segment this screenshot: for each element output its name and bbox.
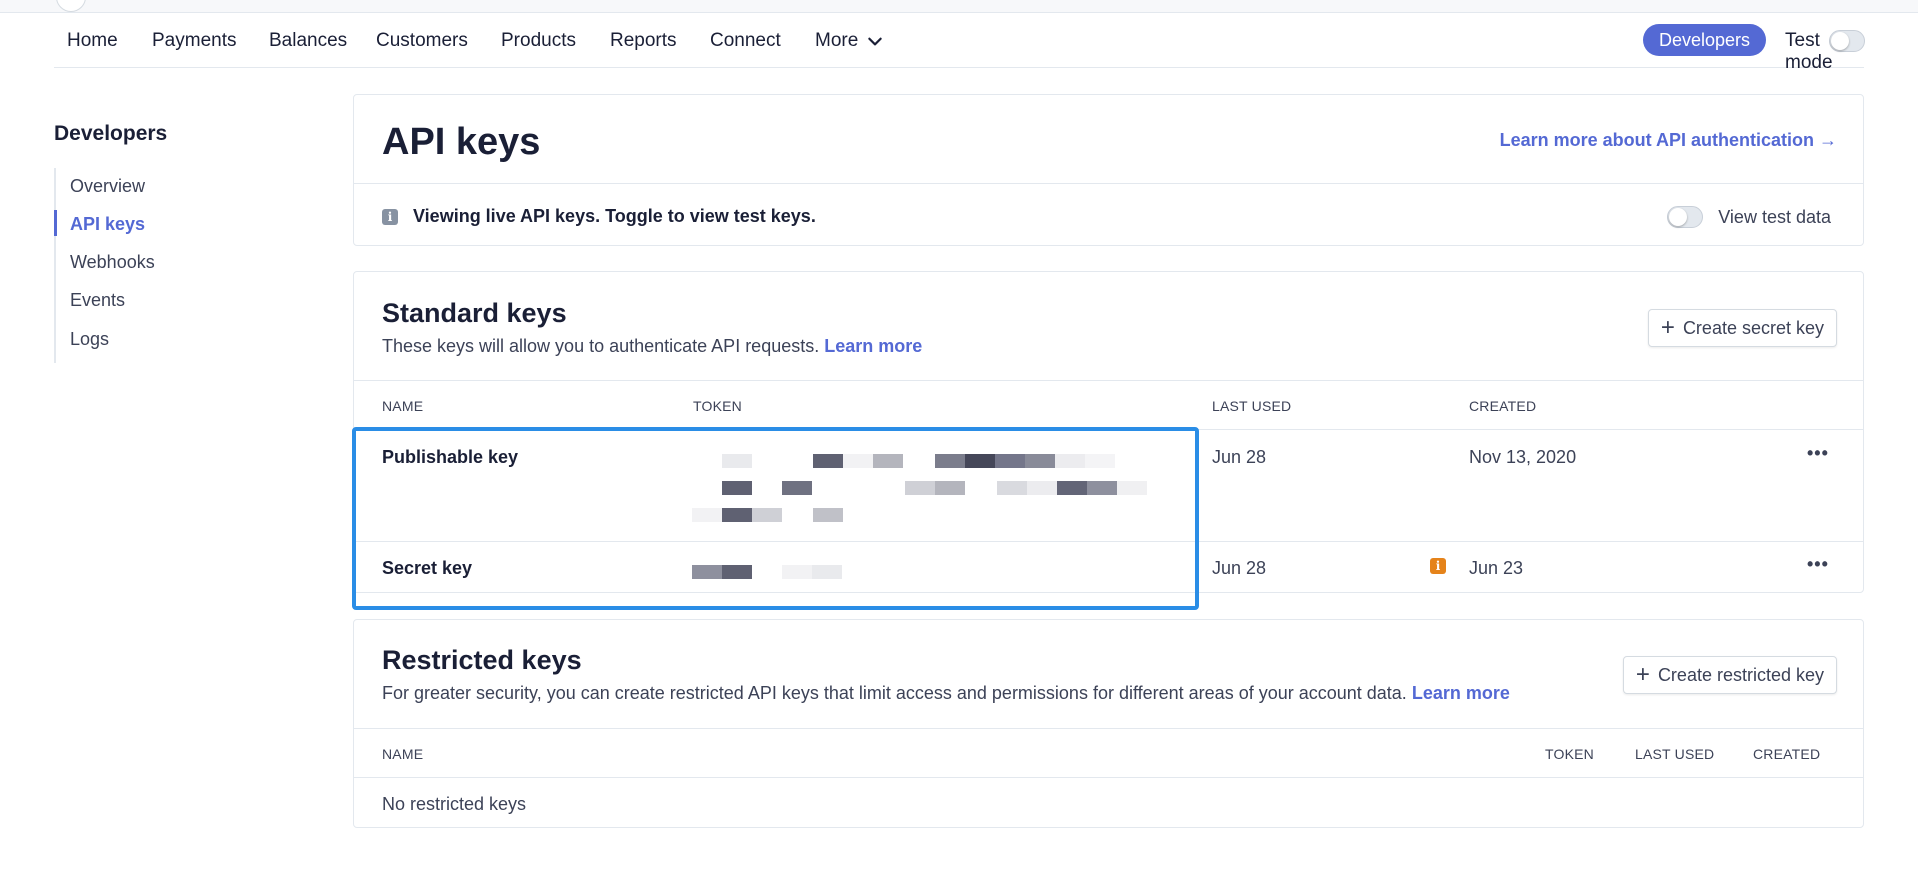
restricted-keys-learn-more-link[interactable]: Learn more (1412, 683, 1510, 703)
nav-products[interactable]: Products (501, 30, 576, 52)
create-secret-key-label: Create secret key (1682, 317, 1824, 338)
sidebar-item-overview[interactable]: Overview (70, 176, 145, 197)
developers-button[interactable]: Developers (1643, 24, 1767, 56)
plus-icon: + (1660, 314, 1675, 341)
sidebar-title: Developers (54, 122, 168, 145)
api-keys-header-card: API keys Learn more about API authentica… (353, 94, 1864, 246)
standard-keys-learn-more-link[interactable]: Learn more (824, 336, 922, 356)
info-icon: i (382, 209, 398, 225)
view-test-data-toggle[interactable] (1667, 206, 1703, 228)
column-header-created: CREATED (1469, 398, 1537, 414)
nav-more-label: More (815, 30, 859, 51)
test-mode-toggle[interactable] (1829, 30, 1865, 52)
last-used: Jun 28 (1212, 447, 1267, 467)
restricted-keys-title: Restricted keys (382, 645, 582, 675)
standard-keys-description: These keys will allow you to authenticat… (382, 336, 922, 357)
restricted-keys-description: For greater security, you can create res… (382, 683, 1510, 704)
view-test-data-label: View test data (1718, 207, 1831, 227)
divider (354, 728, 1863, 729)
column-header-token: TOKEN (693, 398, 742, 414)
highlight-box (352, 427, 1199, 610)
sidebar-item-events[interactable]: Events (70, 290, 125, 311)
standard-keys-title: Standard keys (382, 298, 567, 328)
sidebar-item-webhooks[interactable]: Webhooks (70, 252, 155, 273)
column-header-last-used: LAST USED (1212, 398, 1292, 414)
last-used: Jun 28 (1212, 558, 1267, 578)
page-title: API keys (382, 121, 541, 163)
live-keys-notice: Viewing live API keys. Toggle to view te… (413, 206, 816, 226)
empty-state-text: No restricted keys (382, 794, 527, 814)
learn-auth-link[interactable]: Learn more about API authentication → (1500, 130, 1837, 151)
column-header-last-used: LAST USED (1635, 746, 1715, 762)
column-header-name: NAME (382, 398, 424, 414)
sidebar-item-api-keys[interactable]: API keys (70, 214, 145, 235)
divider (354, 777, 1863, 778)
more-options-icon[interactable]: ••• (1807, 554, 1829, 575)
column-header-created: CREATED (1753, 746, 1821, 762)
sidebar-menu: Overview API keys Webhooks Events Logs (54, 168, 274, 363)
create-restricted-key-button[interactable]: + Create restricted key (1622, 656, 1837, 694)
sidebar-active-indicator (54, 210, 57, 236)
divider (354, 380, 1863, 381)
restricted-keys-card: Restricted keys For greater security, yo… (353, 619, 1864, 828)
account-avatar[interactable] (56, 0, 86, 12)
nav-reports[interactable]: Reports (610, 30, 677, 52)
created-date: Nov 13, 2020 (1469, 447, 1577, 467)
sidebar-item-logs[interactable]: Logs (70, 329, 109, 350)
nav-balances[interactable]: Balances (269, 30, 347, 52)
more-options-icon[interactable]: ••• (1807, 443, 1829, 464)
create-restricted-key-label: Create restricted key (1657, 664, 1824, 685)
create-secret-key-button[interactable]: + Create secret key (1647, 309, 1837, 347)
divider (354, 183, 1863, 184)
restricted-keys-description-text: For greater security, you can create res… (382, 683, 1407, 703)
top-nav: Home Payments Balances Customers Product… (54, 13, 1865, 73)
column-header-name: NAME (382, 746, 424, 762)
column-header-token: TOKEN (1545, 746, 1594, 762)
nav-connect[interactable]: Connect (710, 30, 781, 52)
standard-keys-description-text: These keys will allow you to authenticat… (382, 336, 820, 356)
plus-icon: + (1635, 661, 1650, 688)
nav-home[interactable]: Home (67, 30, 118, 52)
nav-more[interactable]: More (815, 30, 884, 52)
chevron-down-icon (868, 37, 883, 46)
created-date: Jun 23 (1469, 558, 1524, 578)
nav-customers[interactable]: Customers (376, 30, 468, 52)
nav-payments[interactable]: Payments (152, 30, 236, 52)
top-strip (0, 0, 1918, 13)
warning-icon[interactable]: i (1430, 558, 1446, 574)
